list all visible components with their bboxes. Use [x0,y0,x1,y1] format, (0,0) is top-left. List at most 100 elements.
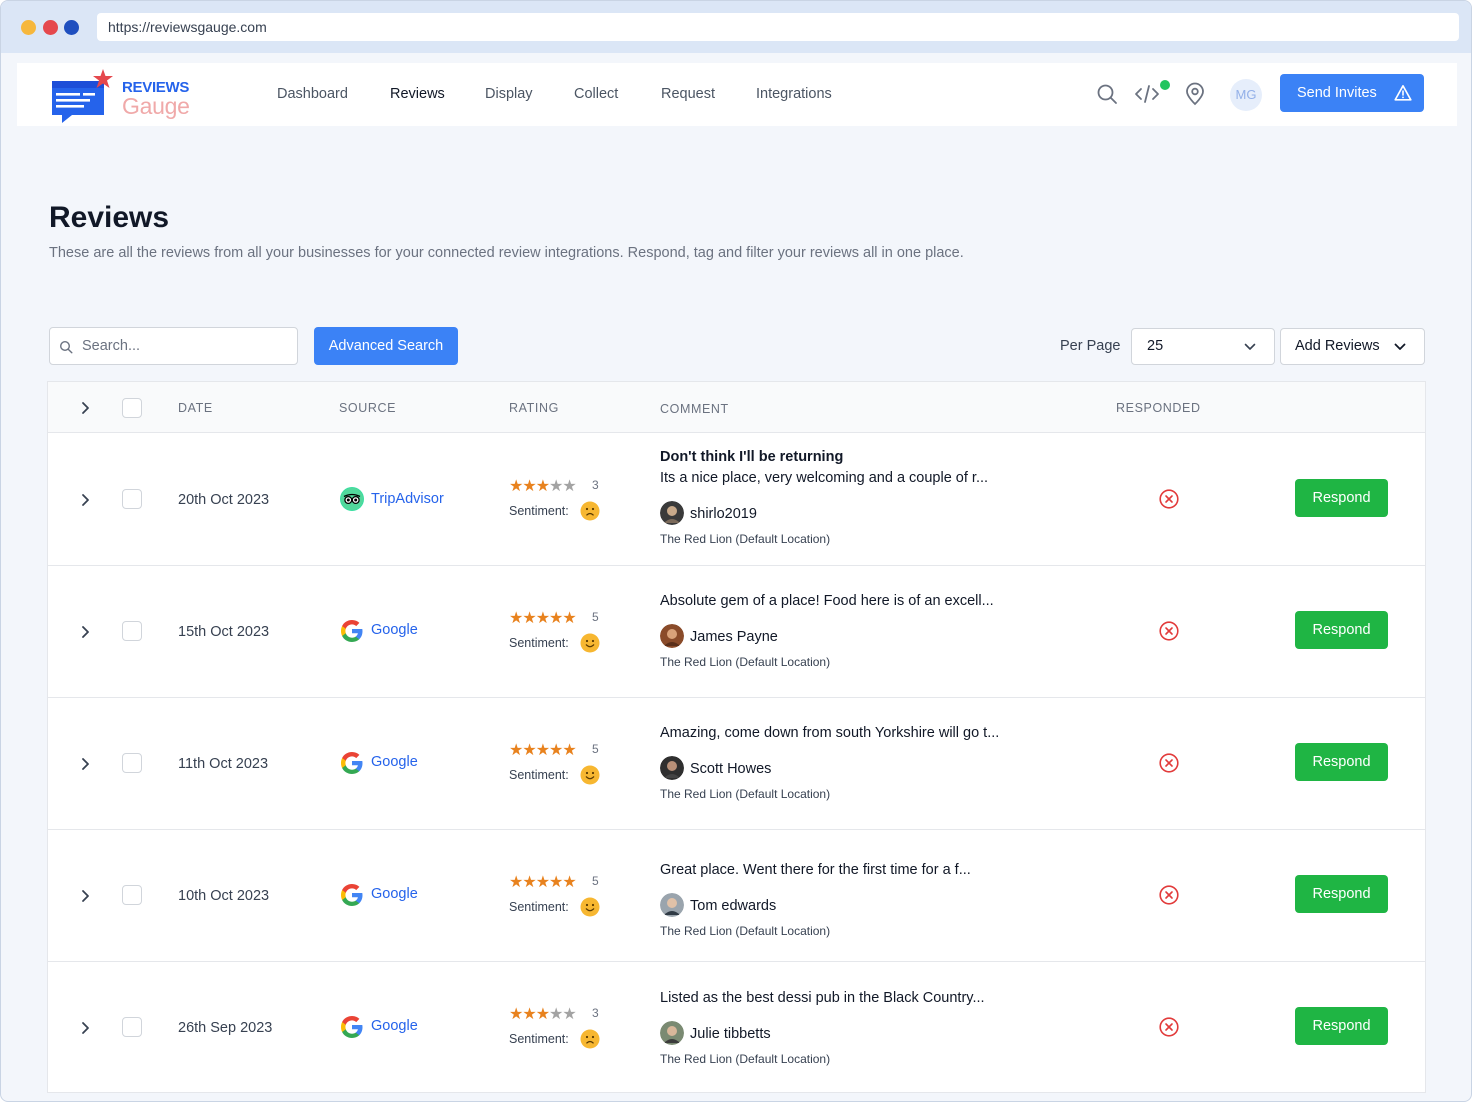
search-field[interactable] [49,327,298,365]
not-responded-icon [1159,621,1179,641]
table-row[interactable]: 15th Oct 2023 Google ★★★★★ 5 Sentiment: … [48,566,1425,698]
review-source-link[interactable]: Google [371,886,418,902]
reviewer-name: Julie tibbetts [690,1026,771,1042]
respond-button[interactable]: Respond [1295,743,1388,781]
sentiment-label: Sentiment: [509,1032,569,1046]
review-comment[interactable]: Its a nice place, very welcoming and a c… [660,470,988,486]
column-header-responded[interactable]: RESPONDED [1116,401,1201,415]
nav-integrations[interactable]: Integrations [756,63,832,126]
review-source-link[interactable]: Google [371,754,418,770]
location-pin-icon[interactable] [1183,82,1207,106]
search-icon[interactable] [1095,82,1119,106]
respond-button[interactable]: Respond [1295,611,1388,649]
respond-button[interactable]: Respond [1295,1007,1388,1045]
reviewer-avatar [660,624,684,648]
expand-row-chevron-icon[interactable] [79,625,93,639]
review-source-link[interactable]: Google [371,622,418,638]
rating-value: 5 [592,742,599,756]
send-invites-button[interactable]: Send Invites [1280,74,1424,112]
row-select-checkbox[interactable] [122,753,142,773]
window-close-dot[interactable] [43,20,58,35]
user-avatar[interactable]: MG [1230,79,1262,111]
respond-button[interactable]: Respond [1295,479,1388,517]
column-header-source[interactable]: SOURCE [339,401,396,415]
column-header-comment[interactable]: COMMENT [660,402,729,416]
happy-face-icon [580,633,600,653]
review-source-link[interactable]: Google [371,1018,418,1034]
row-select-checkbox[interactable] [122,489,142,509]
expand-row-chevron-icon[interactable] [79,1021,93,1035]
google-icon [341,752,363,774]
table-header: DATE SOURCE RATING COMMENT RESPONDED [48,382,1425,433]
star-rating: ★★★★★ [509,610,577,627]
per-page-select[interactable]: 25 [1131,328,1275,365]
review-comment[interactable]: Great place. Went there for the first ti… [660,862,971,878]
reviews-gauge-logo[interactable]: REVIEWS Gauge [50,69,200,125]
reviewer-name: shirlo2019 [690,506,757,522]
reviewer-avatar [660,1021,684,1045]
select-all-checkbox[interactable] [122,398,142,418]
address-bar[interactable]: https://reviewsgauge.com [97,13,1459,41]
expand-row-chevron-icon[interactable] [79,493,93,507]
google-icon [341,620,363,642]
nav-display[interactable]: Display [485,63,533,126]
review-date: 15th Oct 2023 [178,624,270,640]
review-location: The Red Lion (Default Location) [660,924,831,938]
review-location: The Red Lion (Default Location) [660,532,831,546]
review-location: The Red Lion (Default Location) [660,655,831,669]
per-page-label: Per Page [1060,338,1121,354]
advanced-search-button[interactable]: Advanced Search [314,327,458,365]
star-rating: ★★★★★ [509,478,577,495]
search-input[interactable] [82,328,292,364]
review-source-link[interactable]: TripAdvisor [371,491,444,507]
add-reviews-label: Add Reviews [1295,338,1380,354]
add-reviews-dropdown[interactable]: Add Reviews [1280,328,1425,365]
star-rating: ★★★★★ [509,1006,577,1023]
window-minimize-dot[interactable] [21,20,36,35]
code-icon[interactable] [1134,82,1160,106]
nav-dashboard[interactable]: Dashboard [277,63,348,126]
happy-face-icon [580,897,600,917]
sad-face-icon [580,501,600,521]
page-description: These are all the reviews from all your … [49,245,964,261]
nav-request[interactable]: Request [661,63,715,126]
expand-row-chevron-icon[interactable] [79,889,93,903]
page-title: Reviews [49,201,170,234]
reviewer-avatar [660,893,684,917]
table-row[interactable]: 20th Oct 2023 TripAdvisor ★★★★★ 3 Sentim… [48,434,1425,566]
not-responded-icon [1159,753,1179,773]
review-date: 20th Oct 2023 [178,492,270,508]
nav-reviews[interactable]: Reviews [390,63,445,126]
sentiment-label: Sentiment: [509,900,569,914]
review-comment[interactable]: Listed as the best dessi pub in the Blac… [660,990,985,1006]
row-select-checkbox[interactable] [122,621,142,641]
respond-button[interactable]: Respond [1295,875,1388,913]
expand-all-chevron-icon[interactable] [79,401,93,415]
table-row[interactable]: 10th Oct 2023 Google ★★★★★ 5 Sentiment: … [48,830,1425,962]
review-date: 11th Oct 2023 [178,756,269,772]
reviewer-avatar [660,501,684,525]
review-comment[interactable]: Amazing, come down from south Yorkshire … [660,725,999,741]
column-header-rating[interactable]: RATING [509,401,559,415]
expand-row-chevron-icon[interactable] [79,757,93,771]
happy-face-icon [580,765,600,785]
review-comment[interactable]: Absolute gem of a place! Food here is of… [660,593,994,609]
warning-triangle-icon [1394,85,1412,101]
nav-collect[interactable]: Collect [574,63,618,126]
row-select-checkbox[interactable] [122,885,142,905]
table-row[interactable]: 26th Sep 2023 Google ★★★★★ 3 Sentiment: … [48,962,1425,1094]
row-select-checkbox[interactable] [122,1017,142,1037]
review-title: Don't think I'll be returning [660,449,844,465]
window-maximize-dot[interactable] [64,20,79,35]
rating-value: 3 [592,478,599,492]
review-date: 26th Sep 2023 [178,1020,273,1036]
not-responded-icon [1159,885,1179,905]
send-invites-label: Send Invites [1297,85,1377,101]
review-date: 10th Oct 2023 [178,888,270,904]
table-row[interactable]: 11th Oct 2023 Google ★★★★★ 5 Sentiment: … [48,698,1425,830]
column-header-date[interactable]: DATE [178,401,213,415]
logo-chat-icon [52,69,113,123]
google-icon [341,1016,363,1038]
reviews-table: DATE SOURCE RATING COMMENT RESPONDED 20t… [47,381,1426,1093]
sentiment-label: Sentiment: [509,768,569,782]
